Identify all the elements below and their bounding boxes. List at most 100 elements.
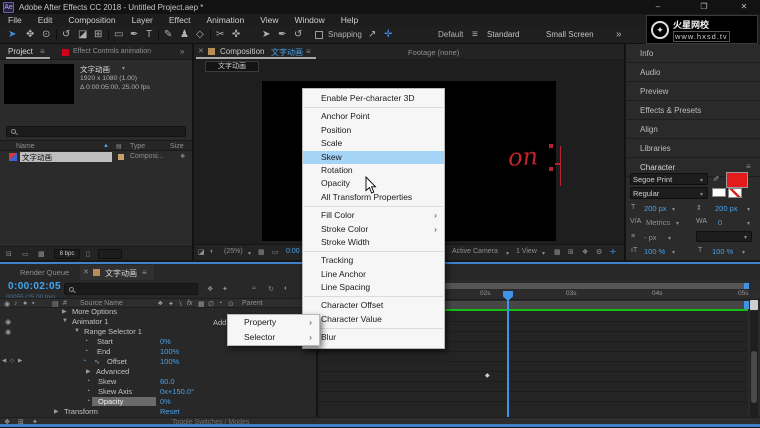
- project-item-name[interactable]: 文字动画: [20, 152, 112, 162]
- project-item-row[interactable]: 文字动画 Composi... ❖: [0, 152, 192, 163]
- menu-effect[interactable]: Effect: [161, 15, 199, 25]
- draft-3d-icon[interactable]: ◐: [284, 285, 288, 292]
- camera-tool-icon[interactable]: ◪: [78, 28, 87, 42]
- solo-column-icon[interactable]: ●: [23, 300, 27, 307]
- timeline-hscrollbar[interactable]: [0, 424, 760, 427]
- number-column[interactable]: #: [63, 300, 67, 307]
- sort-up-icon[interactable]: ▲: [103, 143, 109, 149]
- keyframe-nav-diamond-icon[interactable]: ◇: [10, 358, 14, 364]
- leading-chevron-icon[interactable]: ▾: [747, 206, 750, 213]
- row-skew[interactable]: ◔ Skew 60.0: [0, 377, 316, 387]
- row-label-selected[interactable]: Opacity: [92, 397, 156, 406]
- panel-header-preview[interactable]: Preview: [626, 82, 760, 101]
- font-size-value[interactable]: 200 px: [644, 204, 667, 213]
- eye-icon[interactable]: ◉: [5, 318, 11, 326]
- twirl-icon[interactable]: ▶: [86, 368, 91, 375]
- kerning-chevron-icon[interactable]: ▾: [676, 220, 679, 227]
- kerning-value[interactable]: Metrics: [646, 218, 670, 227]
- tab-effect-controls[interactable]: Effect Controls animation: [73, 48, 151, 55]
- tab-render-queue[interactable]: Render Queue: [20, 268, 69, 277]
- menu-item-anchor-point[interactable]: Anchor Point: [303, 110, 444, 123]
- timeline-tab-close-icon[interactable]: ✕: [83, 268, 89, 276]
- stopwatch-icon[interactable]: ◔: [86, 378, 90, 385]
- live-update-icon[interactable]: ↻: [268, 285, 274, 293]
- stamp-tool-icon[interactable]: ♟: [180, 28, 189, 42]
- font-size-chevron-icon[interactable]: ▾: [672, 206, 675, 213]
- overflow-icon[interactable]: »: [616, 28, 622, 42]
- row-label[interactable]: Range Selector 1: [84, 327, 142, 336]
- comp-tab-menu-icon[interactable]: ≡: [306, 47, 311, 56]
- row-value[interactable]: Reset: [160, 407, 180, 416]
- twirl-icon[interactable]: ▶: [62, 308, 67, 315]
- timeline-search-input[interactable]: [64, 283, 198, 295]
- font-style-select[interactable]: Regular: [630, 187, 708, 199]
- adjustment-switch-icon[interactable]: ◔: [218, 300, 222, 307]
- new-folder-icon[interactable]: ▭: [22, 250, 29, 258]
- comp-marker-button[interactable]: [750, 300, 758, 310]
- grid-guides-icon[interactable]: ▦: [258, 248, 265, 256]
- menu-item-fill-color[interactable]: Fill Color›: [303, 209, 444, 222]
- close-button[interactable]: ✕: [730, 0, 758, 14]
- row-label[interactable]: Animator 1: [72, 317, 108, 326]
- leading-value[interactable]: 200 px: [715, 204, 738, 213]
- project-comp-name[interactable]: 文字动画: [80, 64, 110, 75]
- project-search-input[interactable]: [6, 126, 186, 137]
- pan-behind-tool-icon[interactable]: ⊞: [94, 28, 102, 42]
- composition-mini-flowchart-icon[interactable]: ❖: [207, 285, 213, 293]
- vertical-scale-value[interactable]: 100 %: [644, 247, 665, 256]
- menu-item-character-offset[interactable]: Character Offset: [303, 299, 444, 312]
- font-family-select[interactable]: Segoe Print: [630, 173, 708, 185]
- parent-column[interactable]: Parent: [242, 300, 263, 307]
- exposure-icon[interactable]: ⚙: [596, 248, 602, 256]
- character-panel-menu-icon[interactable]: ≡: [746, 162, 751, 171]
- tab-project[interactable]: Project: [8, 47, 33, 56]
- zoom-level-select[interactable]: (25%): [224, 248, 243, 255]
- menu-item-stroke-width[interactable]: Stroke Width: [303, 236, 444, 249]
- column-name[interactable]: Name: [16, 143, 35, 150]
- pen-tool-icon[interactable]: ✒: [130, 28, 138, 42]
- comp-name-chevron-icon[interactable]: ▾: [122, 65, 125, 72]
- row-value[interactable]: 0x+150.0°: [160, 387, 194, 396]
- selection-tool-icon[interactable]: ➤: [8, 28, 16, 42]
- row-label[interactable]: Start: [97, 337, 113, 346]
- menu-item-blur[interactable]: Blur: [303, 331, 444, 344]
- source-name-column[interactable]: Source Name: [80, 300, 123, 307]
- twirl-icon[interactable]: ▶: [54, 408, 59, 415]
- row-value[interactable]: 0%: [160, 337, 171, 346]
- text-handle-top[interactable]: [549, 144, 553, 148]
- playhead-line[interactable]: [507, 292, 509, 417]
- workspace-standard[interactable]: Standard: [487, 28, 519, 42]
- view-layout-icon[interactable]: ▦: [554, 248, 561, 256]
- fill-color-swatch[interactable]: [726, 172, 748, 188]
- zoom-chevron-icon[interactable]: ▾: [248, 250, 251, 257]
- panel-header-audio[interactable]: Audio: [626, 63, 760, 82]
- menu-item-skew[interactable]: Skew: [303, 151, 444, 164]
- tab-composition-label[interactable]: Composition: [220, 47, 264, 56]
- rotate-tool-icon[interactable]: ↺: [62, 28, 70, 42]
- row-label[interactable]: End: [97, 347, 110, 356]
- eraser-tool-icon[interactable]: ◇: [196, 28, 204, 42]
- pixel-aspect-icon[interactable]: ⊞: [568, 248, 574, 256]
- tracking-chevron-icon[interactable]: ▾: [747, 220, 750, 227]
- horizontal-scale-value[interactable]: 100 %: [712, 247, 733, 256]
- snapping-label[interactable]: Snapping: [328, 28, 362, 42]
- eyedropper-icon[interactable]: ✎: [711, 175, 720, 182]
- menu-item-position[interactable]: Position: [303, 124, 444, 137]
- project-tabs-overflow-icon[interactable]: »: [180, 47, 184, 56]
- minimize-button[interactable]: –: [644, 0, 672, 14]
- row-label[interactable]: Skew: [98, 377, 116, 386]
- menu-window[interactable]: Window: [287, 15, 333, 25]
- channels-icon[interactable]: ◐: [210, 248, 214, 255]
- row-label[interactable]: Advanced: [96, 367, 129, 376]
- font-family-chevron-icon[interactable]: ▾: [700, 177, 703, 184]
- stroke-color-swatch[interactable]: [712, 188, 726, 197]
- keyframe-nav-right-icon[interactable]: ▶: [18, 358, 22, 364]
- row-label[interactable]: More Options: [72, 307, 117, 316]
- camera-select[interactable]: Active Camera: [452, 248, 498, 255]
- workspace-small-screen[interactable]: Small Screen: [546, 28, 594, 42]
- stroke-width-chevron-icon[interactable]: ▾: [668, 235, 671, 242]
- comp-timecode[interactable]: 0:00: [286, 248, 300, 255]
- timeline-vscrollbar[interactable]: [750, 311, 758, 417]
- row-value[interactable]: 100%: [160, 357, 179, 366]
- lock-column-icon[interactable]: ▪: [32, 300, 34, 307]
